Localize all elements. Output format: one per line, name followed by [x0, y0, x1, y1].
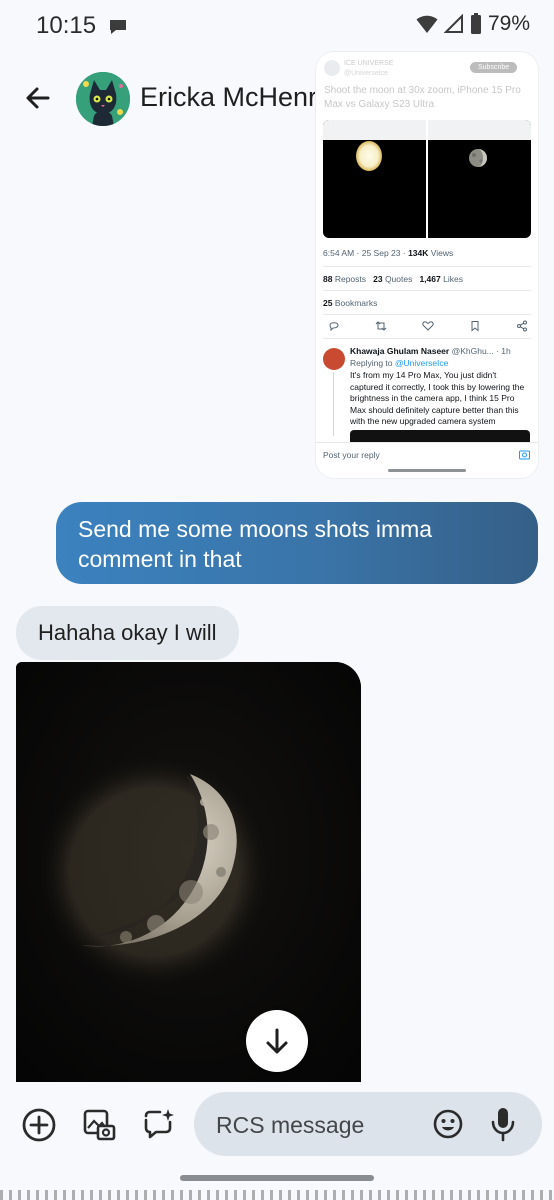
home-indicator — [388, 469, 466, 472]
tweet-divider — [323, 290, 531, 291]
tweet-bookmarks: 25 Bookmarks — [323, 298, 377, 308]
message-input[interactable] — [214, 1104, 418, 1146]
likes-label: Likes — [440, 274, 463, 284]
signal-icon — [443, 14, 463, 33]
like-icon — [422, 321, 434, 331]
repost-icon — [375, 321, 387, 331]
post-reply-bar: Post your reply — [316, 442, 538, 478]
tweet-image-bright-moon — [323, 120, 426, 238]
status-time: 10:15 — [36, 12, 97, 39]
replying-to-label: Replying to — [350, 358, 395, 368]
tweet-divider — [323, 266, 531, 267]
quotes-count: 23 — [373, 274, 383, 284]
battery-icon — [470, 13, 481, 34]
battery-percent: 79% — [487, 12, 530, 35]
tweet-text: Shoot the moon at 30x zoom, iPhone 15 Pr… — [324, 85, 521, 110]
tweet-header-faded: ICE UNIVERSE @UniverseIce Subscribe Shoo… — [320, 52, 534, 122]
reply-author-handle: @KhGhu... · 1h — [449, 346, 511, 356]
tweet-author-avatar — [324, 60, 340, 76]
reply-media-preview — [350, 430, 530, 442]
gallery-icon[interactable] — [80, 1106, 118, 1144]
reply-text: It's from my 14 Pro Max, You just didn't… — [350, 370, 525, 426]
tweet-meta: 6:54 AM · 25 Sep 23 · 134K Views — [323, 248, 453, 258]
camera-icon — [519, 450, 530, 460]
reply-author-avatar — [323, 348, 345, 370]
chat-notification-icon — [110, 20, 126, 34]
tweet-views-label: Views — [428, 248, 454, 258]
replying-to: Replying to @UniverseIce — [350, 358, 448, 368]
tweet-divider — [323, 338, 531, 339]
wifi-icon — [416, 15, 438, 33]
moon-image — [16, 662, 361, 1082]
tweet-image-detailed-moon — [428, 120, 531, 238]
mic-icon[interactable] — [490, 1106, 516, 1142]
tweet-author: ICE UNIVERSE — [344, 60, 394, 67]
likes-count: 1,467 — [419, 274, 441, 284]
tweet-screenshot-image[interactable]: ICE UNIVERSE @UniverseIce Subscribe Shoo… — [316, 52, 538, 478]
emoji-icon[interactable] — [432, 1108, 464, 1140]
reply-icon — [329, 322, 339, 332]
outgoing-message-bubble[interactable]: Send me some moons shots imma comment in… — [56, 502, 538, 584]
bookmarks-label: Bookmarks — [332, 298, 378, 308]
replying-to-handle: @UniverseIce — [394, 358, 449, 368]
contact-name[interactable]: Ericka McHenry — [140, 82, 331, 113]
share-icon — [517, 320, 527, 332]
tweet-timestamp: 6:54 AM · 25 Sep 23 · — [323, 248, 409, 258]
arrow-back-icon[interactable] — [22, 82, 54, 114]
arrow-down-icon — [266, 1028, 288, 1054]
status-indicators: 79% — [416, 12, 530, 36]
reply-thread-line — [333, 372, 334, 436]
reply-author: Khawaja Ghulam Naseer @KhGhu... · 1h — [350, 346, 511, 356]
add-icon[interactable] — [20, 1106, 58, 1144]
tweet-divider — [323, 314, 531, 315]
tweet-handle: @UniverseIce — [344, 70, 389, 77]
avatar[interactable] — [76, 72, 130, 126]
tweet-images — [323, 120, 531, 238]
reply-author-name: Khawaja Ghulam Naseer — [350, 346, 450, 356]
tweet-actions — [328, 320, 528, 332]
tweet-subscribe-button: Subscribe — [470, 62, 518, 73]
tweet-views-count: 134K — [408, 248, 429, 258]
cat-avatar-image — [76, 72, 130, 126]
bookmark-icon — [471, 321, 479, 332]
keyboard-edge-artifact — [0, 1190, 554, 1200]
reposts-label: Reposts — [332, 274, 367, 284]
quotes-label: Quotes — [382, 274, 413, 284]
incoming-message-bubble[interactable]: Hahaha okay I will — [16, 606, 239, 660]
tweet-stats: 88 Reposts 23 Quotes 1,467 Likes — [323, 274, 463, 284]
scroll-to-bottom-button[interactable] — [246, 1010, 308, 1072]
gesture-navigation-bar[interactable] — [180, 1175, 374, 1181]
magic-compose-icon[interactable] — [140, 1106, 178, 1144]
post-reply-placeholder: Post your reply — [323, 450, 380, 460]
moon-photo[interactable] — [16, 662, 361, 1082]
